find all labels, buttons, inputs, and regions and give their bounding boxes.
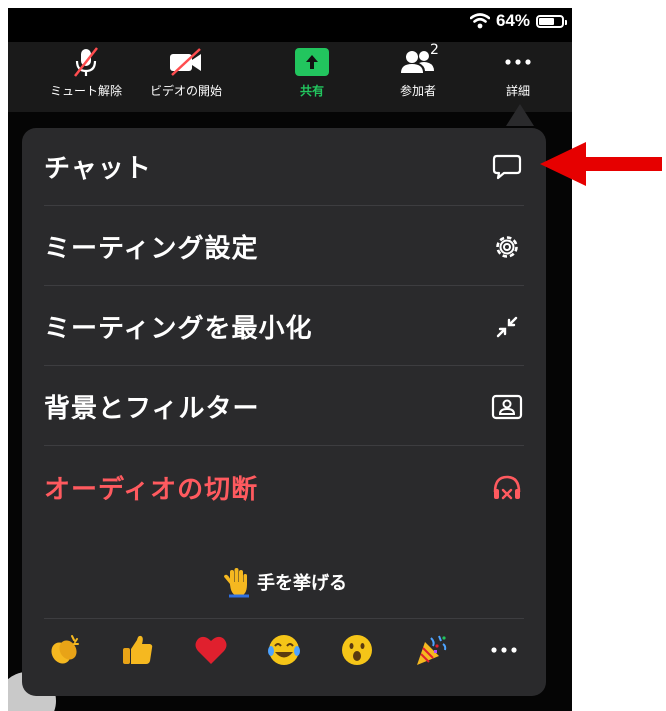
- more-dots-icon: [505, 59, 531, 65]
- menu-item-disconnect-audio[interactable]: オーディオの切断: [44, 448, 524, 526]
- minimize-meeting-label: ミーティングを最小化: [44, 314, 313, 344]
- portrait-icon: [490, 390, 524, 424]
- muted-mic-icon: [74, 47, 98, 77]
- share-icon: [295, 48, 329, 76]
- chat-label: チャット: [44, 154, 152, 184]
- disconnect-audio-label: オーディオの切断: [44, 474, 259, 505]
- start-video-label: ビデオの開始: [149, 84, 222, 98]
- video-off-icon: [170, 48, 201, 76]
- status-bar: 64%: [469, 10, 567, 32]
- wifi-icon: [469, 13, 490, 29]
- raise-hand-label: 手を挙げる: [257, 573, 347, 594]
- more-dots-icon: [491, 647, 517, 653]
- participants-count: 2: [430, 42, 439, 58]
- participants-button[interactable]: 2 参加者: [368, 42, 468, 99]
- meeting-settings-label: ミーティング設定: [44, 234, 259, 264]
- annotation-arrow-icon: [540, 142, 662, 186]
- party-popper-icon: [416, 635, 446, 665]
- unmute-label: ミュート解除: [49, 84, 122, 98]
- heart-reaction-button[interactable]: [191, 630, 231, 670]
- more-label: 詳細: [505, 84, 530, 98]
- battery-icon: [536, 14, 567, 28]
- menu-item-background-filters[interactable]: 背景とフィルター: [44, 368, 524, 446]
- thumbs-up-reaction-button[interactable]: [117, 630, 157, 670]
- zoom-screen: 64% ミュート解除 ビデオの開始 共有 2 参加者 詳細 チャット ミーティン…: [8, 8, 572, 711]
- minimize-icon: [490, 310, 524, 344]
- clapping-hands-icon: [51, 635, 79, 664]
- more-button[interactable]: 詳細: [468, 46, 568, 99]
- menu-item-meeting-settings[interactable]: ミーティング設定: [44, 208, 524, 286]
- share-label: 共有: [299, 84, 324, 98]
- heart-icon: [195, 636, 227, 664]
- clap-reaction-button[interactable]: [44, 630, 84, 670]
- menu-item-minimize-meeting[interactable]: ミーティングを最小化: [44, 288, 524, 366]
- start-video-button[interactable]: ビデオの開始: [136, 46, 236, 99]
- reactions-bar: [44, 618, 524, 681]
- thumbs-up-icon: [123, 635, 153, 664]
- gear-icon: [490, 230, 524, 264]
- headphones-disconnect-icon: [490, 470, 524, 504]
- menu-item-chat[interactable]: チャット: [44, 128, 524, 206]
- more-menu: チャット ミーティング設定 ミーティングを最小化 背景とフィルター オーディオの…: [22, 128, 546, 696]
- unmute-button[interactable]: ミュート解除: [36, 46, 136, 99]
- more-reactions-button[interactable]: [484, 630, 524, 670]
- surprised-face-icon: [342, 635, 373, 665]
- chat-bubble-icon: [490, 150, 524, 184]
- open-mouth-reaction-button[interactable]: [337, 630, 377, 670]
- tears-of-joy-icon: [267, 635, 300, 665]
- battery-percent: 64%: [495, 11, 530, 30]
- raise-hand-button[interactable]: 手を挙げる: [22, 552, 546, 612]
- battery-level: [539, 17, 555, 25]
- participants-label: 参加者: [399, 84, 436, 98]
- menu-pointer: [506, 104, 534, 126]
- joy-reaction-button[interactable]: [264, 630, 304, 670]
- background-filters-label: 背景とフィルター: [44, 394, 260, 424]
- meeting-toolbar: ミュート解除 ビデオの開始 共有 2 参加者 詳細: [8, 42, 572, 112]
- tada-reaction-button[interactable]: [411, 630, 451, 670]
- raised-hand-icon: [224, 568, 249, 598]
- share-button[interactable]: 共有: [262, 46, 362, 99]
